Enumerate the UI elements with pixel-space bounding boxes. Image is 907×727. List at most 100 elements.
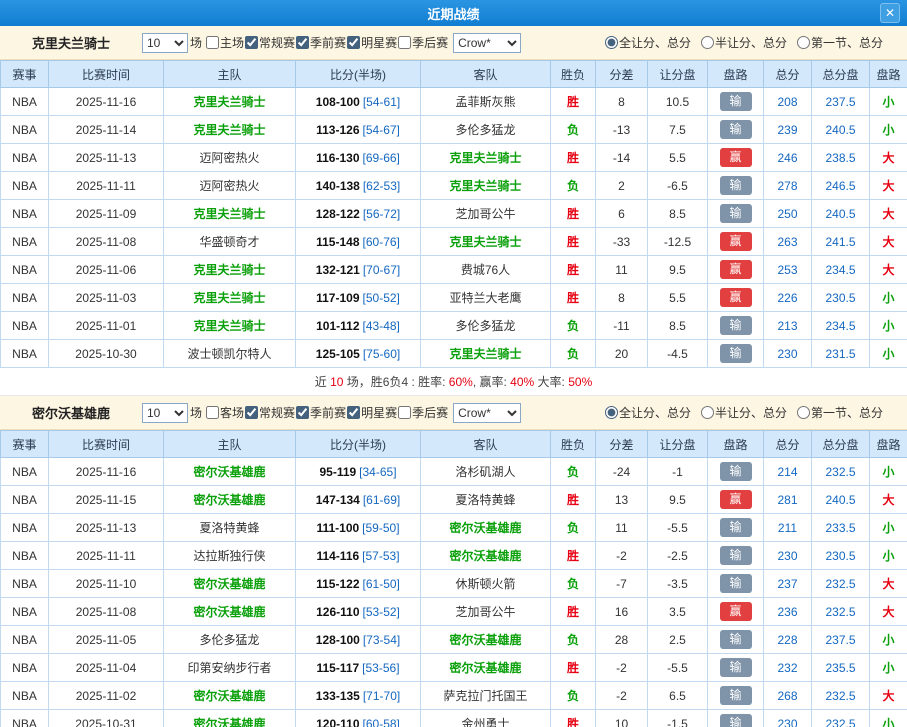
- radio-input[interactable]: [701, 406, 714, 419]
- score-cell: 133-135[71-70]: [296, 682, 421, 710]
- score-cell: 114-116[57-53]: [296, 542, 421, 570]
- spread-line-cell: -5.5: [648, 514, 708, 542]
- radio-half-spread-total[interactable]: 半让分、总分: [701, 34, 787, 51]
- home-team-cell: 华盛顿奇才: [164, 228, 296, 256]
- total-points-cell: 230: [764, 710, 812, 727]
- games-suffix-label: 场: [190, 34, 202, 51]
- final-score: 115-122: [316, 577, 359, 591]
- checkbox-preseason[interactable]: 季前赛: [296, 404, 346, 421]
- game-row: NBA 2025-11-11 达拉斯独行侠 114-116[57-53] 密尔沃…: [1, 542, 907, 570]
- home-team-cell: 夏洛特黄蜂: [164, 514, 296, 542]
- league-cell: NBA: [1, 486, 49, 514]
- column-header: 客队: [421, 431, 551, 458]
- date-cell: 2025-11-09: [49, 200, 164, 228]
- checkbox-playoffs[interactable]: 季后赛: [398, 404, 448, 421]
- checkbox-venue[interactable]: 客场: [206, 404, 244, 421]
- venue-checkbox-input[interactable]: [206, 406, 219, 419]
- checkbox-venue[interactable]: 主场: [206, 34, 244, 51]
- column-header: 比赛时间: [49, 61, 164, 88]
- league-cell: NBA: [1, 626, 49, 654]
- date-cell: 2025-10-30: [49, 340, 164, 368]
- home-team-cell: 克里夫兰骑士: [164, 200, 296, 228]
- checkbox-regular-season[interactable]: 常规赛: [245, 404, 295, 421]
- playoffs-checkbox-input[interactable]: [398, 36, 411, 49]
- total-line-cell: 238.5: [812, 144, 870, 172]
- point-diff-cell: 20: [596, 340, 648, 368]
- radio-first-quarter-total[interactable]: 第一节、总分: [797, 404, 883, 421]
- final-score: 115-148: [316, 235, 359, 249]
- point-diff-cell: -7: [596, 570, 648, 598]
- away-team-cell: 芝加哥公牛: [421, 598, 551, 626]
- games-count-select[interactable]: 10: [142, 403, 188, 423]
- crown-select[interactable]: Crow*: [453, 33, 521, 53]
- league-cell: NBA: [1, 542, 49, 570]
- spread-result-cell: 输: [708, 710, 764, 727]
- regular-season-checkbox-input[interactable]: [245, 36, 258, 49]
- preseason-checkbox-input[interactable]: [296, 36, 309, 49]
- preseason-checkbox-input[interactable]: [296, 406, 309, 419]
- column-header: 胜负: [551, 431, 596, 458]
- win-loss-cell: 负: [551, 312, 596, 340]
- playoffs-checkbox-input[interactable]: [398, 406, 411, 419]
- regular-season-checkbox-input[interactable]: [245, 406, 258, 419]
- date-cell: 2025-11-06: [49, 256, 164, 284]
- win-loss-cell: 负: [551, 172, 596, 200]
- total-points-cell: 230: [764, 340, 812, 368]
- checkbox-allstar[interactable]: 明星赛: [347, 404, 397, 421]
- radio-first-quarter-total[interactable]: 第一节、总分: [797, 34, 883, 51]
- close-button[interactable]: ✕: [880, 3, 900, 23]
- spread-line-cell: 2.5: [648, 626, 708, 654]
- total-points-cell: 278: [764, 172, 812, 200]
- cavaliers-filter-bar: 克里夫兰骑士 10 场 主场 常规赛 季前赛 明星赛 季后赛 Crow*: [0, 26, 907, 60]
- league-cell: NBA: [1, 710, 49, 727]
- radio-full-spread-total[interactable]: 全让分、总分: [605, 404, 691, 421]
- spread-line-cell: -5.5: [648, 654, 708, 682]
- spread-result-badge: 输: [720, 658, 752, 677]
- half-score: [53-52]: [363, 605, 400, 619]
- playoffs-checkbox-label: 季后赛: [412, 404, 448, 421]
- total-points-cell: 250: [764, 200, 812, 228]
- preseason-checkbox-label: 季前赛: [310, 34, 346, 51]
- total-line-cell: 246.5: [812, 172, 870, 200]
- spread-result-cell: 赢: [708, 486, 764, 514]
- radio-input[interactable]: [797, 406, 810, 419]
- crown-select[interactable]: Crow*: [453, 403, 521, 423]
- spread-result-cell: 赢: [708, 598, 764, 626]
- over-under-cell: 小: [870, 654, 907, 682]
- radio-input[interactable]: [701, 36, 714, 49]
- score-cell: 101-112[43-48]: [296, 312, 421, 340]
- radio-full-spread-total[interactable]: 全让分、总分: [605, 34, 691, 51]
- half-score: [50-52]: [363, 291, 400, 305]
- checkbox-allstar[interactable]: 明星赛: [347, 34, 397, 51]
- radio-input[interactable]: [797, 36, 810, 49]
- total-points-cell: 263: [764, 228, 812, 256]
- league-cell: NBA: [1, 256, 49, 284]
- checkbox-regular-season[interactable]: 常规赛: [245, 34, 295, 51]
- point-diff-cell: 8: [596, 88, 648, 116]
- spread-line-cell: 3.5: [648, 598, 708, 626]
- win-loss-cell: 胜: [551, 284, 596, 312]
- radio-input[interactable]: [605, 406, 618, 419]
- allstar-checkbox-input[interactable]: [347, 406, 360, 419]
- table-header: 赛事 比赛时间 主队 比分(半场) 客队 胜负 分差 让分盘 盘路 总分 总分盘…: [1, 61, 907, 88]
- venue-checkbox-input[interactable]: [206, 36, 219, 49]
- checkbox-preseason[interactable]: 季前赛: [296, 34, 346, 51]
- final-score: 95-119: [319, 465, 356, 479]
- home-team-cell: 达拉斯独行侠: [164, 542, 296, 570]
- cavaliers-table-body: NBA 2025-11-16 克里夫兰骑士 108-100[54-61] 孟菲斯…: [1, 88, 907, 368]
- date-cell: 2025-11-13: [49, 144, 164, 172]
- over-under-cell: 小: [870, 340, 907, 368]
- summary-segment: 60%: [449, 375, 473, 389]
- games-count-select[interactable]: 10: [142, 33, 188, 53]
- column-header: 比分(半场): [296, 61, 421, 88]
- bucks-table-body: NBA 2025-11-16 密尔沃基雄鹿 95-119[34-65] 洛杉矶湖…: [1, 458, 907, 727]
- score-cell: 113-126[54-67]: [296, 116, 421, 144]
- spread-result-badge: 输: [720, 176, 752, 195]
- date-cell: 2025-11-11: [49, 172, 164, 200]
- checkbox-playoffs[interactable]: 季后赛: [398, 34, 448, 51]
- radio-half-spread-total[interactable]: 半让分、总分: [701, 404, 787, 421]
- total-line-cell: 232.5: [812, 598, 870, 626]
- allstar-checkbox-input[interactable]: [347, 36, 360, 49]
- half-score: [59-50]: [362, 521, 399, 535]
- radio-input[interactable]: [605, 36, 618, 49]
